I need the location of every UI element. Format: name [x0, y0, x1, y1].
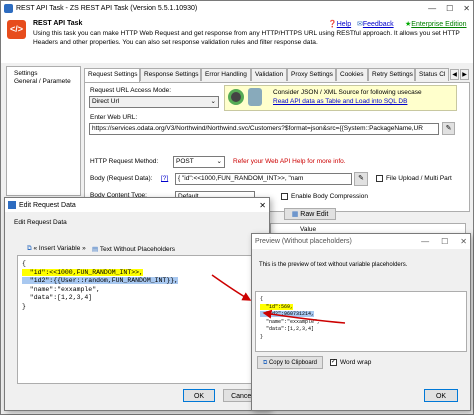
- arrow-to-id: [262, 309, 346, 324]
- annotation-arrows: [211, 274, 346, 324]
- arrow-to-preview: [211, 274, 252, 301]
